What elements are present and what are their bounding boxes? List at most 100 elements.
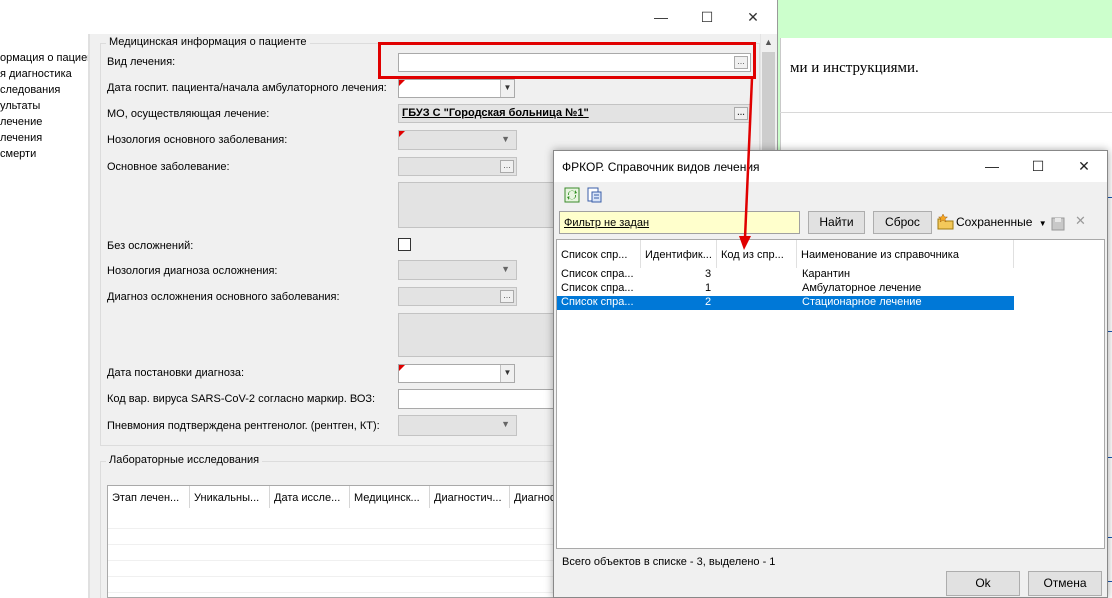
list-cell: Стационарное лечение xyxy=(802,296,922,308)
lab-column-header[interactable]: Уникальны... xyxy=(190,486,270,508)
hosp-date-field[interactable]: ▼ xyxy=(398,79,515,98)
list-cell: Карантин xyxy=(802,268,851,280)
saved-filters-label: Сохраненные xyxy=(956,215,1033,229)
ellipsis-button: … xyxy=(500,160,514,173)
required-flag-icon xyxy=(399,365,405,371)
main-title-bar: — ☐ ✕ xyxy=(0,0,777,34)
list-column-header[interactable]: Код из спр... xyxy=(717,240,797,268)
list-row[interactable]: Список спра... 3 Карантин xyxy=(557,268,1014,282)
list-cell: Список спра... xyxy=(561,268,634,280)
list-cell: Список спра... xyxy=(561,282,634,294)
reset-button[interactable]: Сброс xyxy=(873,211,932,234)
pneumonia-select[interactable]: ▼ xyxy=(398,415,517,436)
chevron-down-icon: ▼ xyxy=(501,134,510,144)
virus-code-field[interactable] xyxy=(398,389,558,409)
folder-star-icon xyxy=(937,214,954,230)
complication-nosology-label: Нозология диагноза осложнения: xyxy=(107,265,278,277)
chevron-down-icon: ▼ xyxy=(501,264,510,274)
mo-label: МО, осуществляющая лечение: xyxy=(107,108,270,120)
tree-item[interactable]: ормация о пациен xyxy=(0,52,88,64)
no-complications-checkbox[interactable] xyxy=(398,238,411,251)
close-button[interactable]: ✕ xyxy=(730,0,776,34)
filter-link[interactable]: Фильтр не задан xyxy=(559,211,800,234)
dropdown-arrow-icon: ▼ xyxy=(1038,219,1047,228)
nosology-label: Нозология основного заболевания: xyxy=(107,134,288,146)
tree-item[interactable]: лечения xyxy=(0,132,42,144)
background-divider xyxy=(780,112,1112,113)
maximize-button[interactable]: ☐ xyxy=(684,0,730,34)
highlight-box xyxy=(378,42,756,79)
treatment-types-dialog: ФРКОР. Справочник видов лечения — ☐ ✕ Фи… xyxy=(553,150,1108,598)
save-filter-icon xyxy=(1051,217,1065,231)
nosology-select[interactable]: ▼ xyxy=(398,130,517,150)
dialog-title-bar: ФРКОР. Справочник видов лечения — ☐ ✕ xyxy=(554,151,1107,182)
lab-column-header[interactable]: Этап лечен... xyxy=(108,486,190,508)
export-icon[interactable] xyxy=(586,187,602,203)
refresh-icon[interactable] xyxy=(564,187,580,203)
ellipsis-button: … xyxy=(500,290,514,303)
splitter[interactable] xyxy=(88,34,90,598)
tree-item[interactable]: ультаты xyxy=(0,100,40,112)
main-disease-field: … xyxy=(398,157,517,176)
mo-value: ГБУЗ С "Городская больница №1" xyxy=(402,107,589,119)
lab-group-title: Лабораторные исследования xyxy=(106,454,263,466)
clear-filter-icon: ✕ xyxy=(1075,213,1086,228)
lab-empty-row xyxy=(108,514,559,529)
scroll-up-icon[interactable]: ▲ xyxy=(760,34,777,51)
complication-diagnosis-text xyxy=(398,313,558,357)
list-column-header[interactable]: Идентифик... xyxy=(641,240,717,268)
required-flag-icon xyxy=(399,131,405,137)
list-cell: 1 xyxy=(705,282,712,294)
dialog-maximize-button[interactable]: ☐ xyxy=(1015,151,1061,182)
background-page-text: ми и инструкциями. xyxy=(790,60,919,76)
list-cell: Список спра... xyxy=(561,296,634,308)
treatment-type-label: Вид лечения: xyxy=(107,56,176,68)
list-column-header[interactable]: Наименование из справочника xyxy=(797,240,1014,268)
tree-item[interactable]: смерти xyxy=(0,148,36,160)
complication-diagnosis-label: Диагноз осложнения основного заболевания… xyxy=(107,291,340,303)
dialog-title: ФРКОР. Справочник видов лечения xyxy=(562,160,760,174)
section-tree: ормация о пациен я диагностика следовани… xyxy=(0,34,88,598)
ellipsis-button: … xyxy=(734,107,748,120)
treatment-types-list[interactable]: Список спр... Идентифик... Код из спр...… xyxy=(556,239,1105,549)
main-disease-label: Основное заболевание: xyxy=(107,161,230,173)
list-row-selected[interactable]: Список спра... 2 Стационарное лечение xyxy=(557,296,1014,310)
list-cell: Амбулаторное лечение xyxy=(802,282,922,294)
diagnosis-date-label: Дата постановки диагноза: xyxy=(107,367,245,379)
list-cell: 2 xyxy=(705,296,712,308)
lab-column-header[interactable]: Дата иссле... xyxy=(270,486,350,508)
virus-code-label: Код вар. вируса SARS-CoV-2 согласно марк… xyxy=(107,393,376,405)
list-column-header[interactable]: Список спр... xyxy=(557,240,641,268)
lab-column-header[interactable]: Диагностич... xyxy=(430,486,510,508)
dialog-close-button[interactable]: ✕ xyxy=(1061,151,1107,182)
tree-item[interactable]: следования xyxy=(0,84,60,96)
lab-empty-row xyxy=(108,578,559,593)
tree-item[interactable]: я диагностика xyxy=(0,68,72,80)
mo-field: ГБУЗ С "Городская больница №1" … xyxy=(398,104,751,123)
hosp-date-label: Дата госпит. пациента/начала амбулаторно… xyxy=(107,82,387,94)
minimize-button[interactable]: — xyxy=(638,0,684,34)
no-complications-label: Без осложнений: xyxy=(107,240,194,252)
lab-empty-row xyxy=(108,562,559,577)
list-cell: 3 xyxy=(705,268,712,280)
required-flag-icon xyxy=(399,80,405,86)
pneumonia-label: Пневмония подтверждена рентгенолог. (рен… xyxy=(107,420,380,432)
lab-empty-row xyxy=(108,530,559,545)
lab-table[interactable]: Этап лечен... Уникальны... Дата иссле...… xyxy=(107,485,560,598)
complication-nosology-select[interactable]: ▼ xyxy=(398,260,517,280)
find-button[interactable]: Найти xyxy=(808,211,865,234)
lab-column-header[interactable]: Медицинск... xyxy=(350,486,430,508)
status-text: Всего объектов в списке - 3, выделено - … xyxy=(562,556,776,568)
chevron-down-icon: ▼ xyxy=(501,419,510,429)
complication-diagnosis-field: … xyxy=(398,287,517,306)
medical-info-group-title: Медицинская информация о пациенте xyxy=(106,36,310,48)
dialog-minimize-button[interactable]: — xyxy=(969,151,1015,182)
saved-filters-button[interactable]: Сохраненные ▼ xyxy=(956,215,1047,229)
dropdown-arrow-icon[interactable]: ▼ xyxy=(500,80,514,97)
ok-button[interactable]: Ok xyxy=(946,571,1020,596)
tree-item[interactable]: лечение xyxy=(0,116,42,128)
cancel-button[interactable]: Отмена xyxy=(1028,571,1102,596)
diagnosis-date-field[interactable]: ▼ xyxy=(398,364,515,383)
dropdown-arrow-icon[interactable]: ▼ xyxy=(500,365,514,382)
list-row[interactable]: Список спра... 1 Амбулаторное лечение xyxy=(557,282,1014,296)
